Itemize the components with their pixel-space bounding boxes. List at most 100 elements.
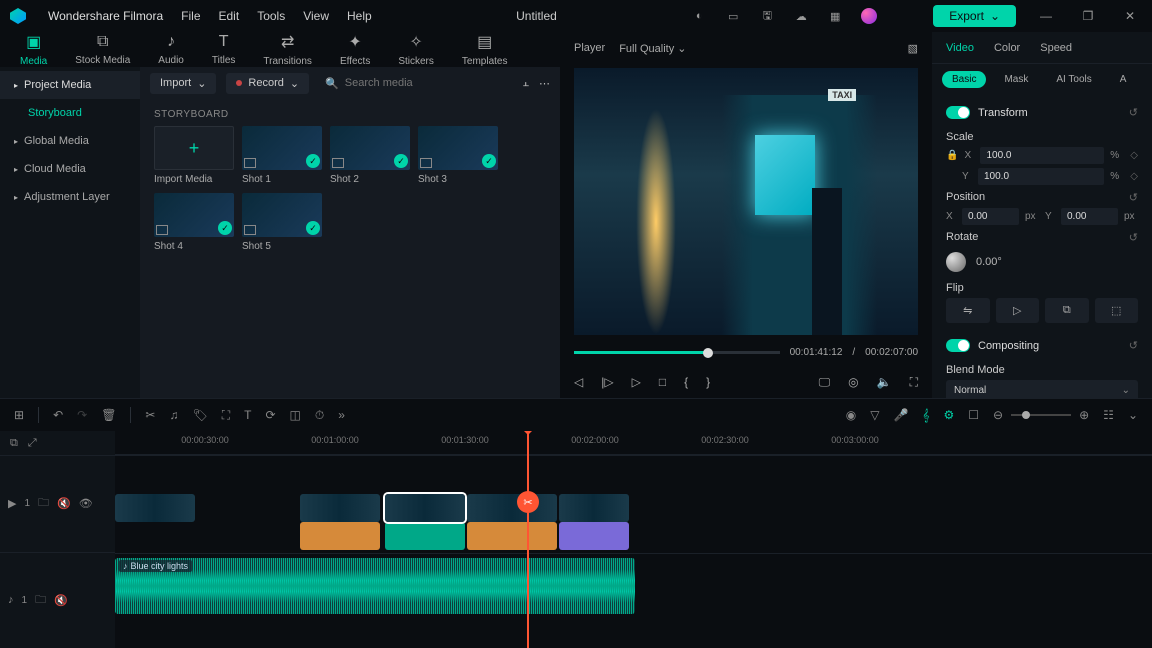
close-button[interactable]: ✕ [1118, 9, 1142, 23]
preview-scrubber[interactable] [574, 351, 780, 354]
voiceover-icon[interactable]: 🎤 [893, 408, 908, 422]
redo-icon[interactable]: ↷ [77, 408, 87, 422]
search-box[interactable]: 🔍 [319, 77, 512, 90]
cut-marker-icon[interactable]: ✂ [517, 491, 539, 513]
apps-icon[interactable]: ▦ [827, 8, 843, 24]
tab-effects[interactable]: ✦Effects [340, 32, 370, 67]
reset-rotate-icon[interactable]: ↺ [1129, 231, 1138, 244]
link-icon[interactable]: ⧉ [10, 437, 18, 450]
compositing-toggle[interactable] [946, 339, 970, 352]
track-eye-icon[interactable]: 👁 [79, 497, 93, 510]
thumb-shot-4[interactable]: ✓Shot 4 [154, 193, 234, 252]
delete-icon[interactable]: 🗑 [101, 408, 116, 422]
save-icon[interactable]: 🖫 [759, 8, 775, 24]
maximize-button[interactable]: ❐ [1076, 9, 1100, 23]
preview-viewport[interactable]: TAXI [574, 68, 918, 335]
sidebar-item-cloud-media[interactable]: ▸Cloud Media [0, 155, 140, 183]
speed-icon[interactable]: ⏱ [315, 408, 324, 423]
doc-cloud-icon[interactable]: ◐ [691, 8, 707, 24]
menu-file[interactable]: File [181, 9, 200, 23]
reset-position-icon[interactable]: ↺ [1129, 191, 1138, 204]
thumb-import-media[interactable]: +Import Media [154, 126, 234, 185]
device-icon[interactable]: ▭ [725, 8, 741, 24]
track-mute-icon[interactable]: 🔇 [54, 594, 68, 607]
undo-icon[interactable]: ↶ [53, 408, 63, 422]
clip-shot-1[interactable]: ▶Shot 1 [115, 494, 195, 522]
more-tools-icon[interactable]: » [338, 408, 345, 422]
tab-speed[interactable]: Speed [1040, 42, 1072, 54]
subtab-basic[interactable]: Basic [942, 71, 986, 88]
zoom-in-icon[interactable]: ⊕ [1079, 408, 1089, 422]
scale-y-field[interactable]: 100.0 [978, 168, 1104, 185]
audio-mixer-icon[interactable]: 𝄞 [922, 408, 929, 423]
snapshot-icon[interactable]: ▧ [908, 42, 918, 55]
import-button[interactable]: Import⌄ [150, 73, 216, 94]
track-lock-icon[interactable]: 🗀 [38, 494, 49, 513]
pos-y-field[interactable]: 0.00 [1061, 208, 1118, 225]
sidebar-item-global-media[interactable]: ▸Global Media [0, 127, 140, 155]
display-icon[interactable]: 🖵 [819, 375, 831, 390]
take-snapshot-icon[interactable]: ◎ [848, 375, 858, 389]
tab-transitions[interactable]: ⇄Transitions [263, 32, 312, 67]
search-input[interactable] [345, 77, 507, 89]
zoom-out-icon[interactable]: ⊖ [993, 408, 1003, 422]
pos-x-field[interactable]: 0.00 [962, 208, 1019, 225]
subtab-ai-tools[interactable]: AI Tools [1046, 71, 1101, 88]
text-icon[interactable]: T [244, 408, 251, 422]
subtab-mask[interactable]: Mask [994, 71, 1038, 88]
tab-color[interactable]: Color [994, 42, 1020, 54]
reset-transform-icon[interactable]: ↺ [1129, 106, 1138, 119]
tab-media[interactable]: ▣Media [20, 32, 47, 67]
keyframe-icon[interactable]: ◇ [1130, 171, 1138, 182]
record-button[interactable]: Record⌄ [226, 73, 309, 94]
track-mute-icon[interactable]: 🔇 [57, 497, 71, 510]
volume-icon[interactable]: 🔈 [877, 375, 892, 389]
clip-shot-4[interactable]: ▶Shot 4 [559, 494, 629, 522]
clip-segment[interactable] [467, 494, 557, 522]
playhead[interactable]: ✂ [527, 431, 529, 648]
rotate-knob[interactable] [946, 252, 966, 272]
play-icon[interactable]: ▷ [632, 375, 641, 389]
avatar[interactable] [861, 8, 877, 24]
mark-in-icon[interactable]: { [684, 375, 688, 389]
menu-view[interactable]: View [303, 9, 329, 23]
clip-shot-3[interactable]: ▶Shot 3 [385, 494, 465, 522]
export-button[interactable]: Export⌄ [933, 5, 1016, 27]
zoom-slider[interactable] [1011, 414, 1071, 416]
mark-out-icon[interactable]: } [706, 375, 710, 389]
adjust-icon[interactable]: ◫ [290, 408, 301, 422]
flip-v-button[interactable]: ▷ [996, 298, 1040, 323]
tab-titles[interactable]: TTitles [212, 33, 236, 66]
crop-icon[interactable]: ⛶ [222, 408, 230, 423]
subtab-a[interactable]: A [1110, 71, 1137, 88]
sidebar-item-adjustment-layer[interactable]: ▸Adjustment Layer [0, 183, 140, 211]
refresh-icon[interactable]: ⟳ [265, 408, 275, 422]
stop-icon[interactable]: □ [659, 375, 666, 389]
thumb-shot-2[interactable]: ✓Shot 2 [330, 126, 410, 185]
split-icon[interactable]: ✂ [145, 408, 155, 422]
tab-stock-media[interactable]: ⧉Stock Media [75, 33, 130, 66]
tab-templates[interactable]: ▤Templates [462, 32, 508, 67]
sidebar-item-storyboard[interactable]: Storyboard [0, 99, 140, 127]
music-icon[interactable]: ♫ [169, 408, 178, 422]
tag-icon[interactable]: 🏷 [192, 408, 207, 422]
sidebar-item-project-media[interactable]: ▸Project Media [0, 71, 140, 99]
video-track[interactable]: ▶Shot 1▶Shot 5▶Shot 3▶Shot 4 [115, 455, 1152, 553]
track-lock-icon[interactable]: 🗀 [35, 591, 46, 610]
view-mode-icon[interactable]: ☷ [1103, 408, 1114, 422]
menu-edit[interactable]: Edit [219, 9, 240, 23]
quality-dropdown[interactable]: Full Quality ⌄ [619, 42, 686, 55]
audio-clip[interactable]: ♪Blue city lights [115, 558, 635, 614]
menu-help[interactable]: Help [347, 9, 372, 23]
lock-icon[interactable]: 🔒 [946, 150, 958, 161]
tab-stickers[interactable]: ✧Stickers [398, 32, 434, 67]
thumb-shot-1[interactable]: ✓Shot 1 [242, 126, 322, 185]
thumb-shot-3[interactable]: ✓Shot 3 [418, 126, 498, 185]
more-icon[interactable]: ⋯ [539, 77, 550, 90]
flip-h-button[interactable]: ⇋ [946, 298, 990, 323]
transform-toggle[interactable] [946, 106, 970, 119]
scale-x-field[interactable]: 100.0 [980, 147, 1104, 164]
tab-video[interactable]: Video [946, 42, 974, 54]
reset-compositing-icon[interactable]: ↺ [1129, 339, 1138, 352]
cloud-upload-icon[interactable]: ☁ [793, 8, 809, 24]
